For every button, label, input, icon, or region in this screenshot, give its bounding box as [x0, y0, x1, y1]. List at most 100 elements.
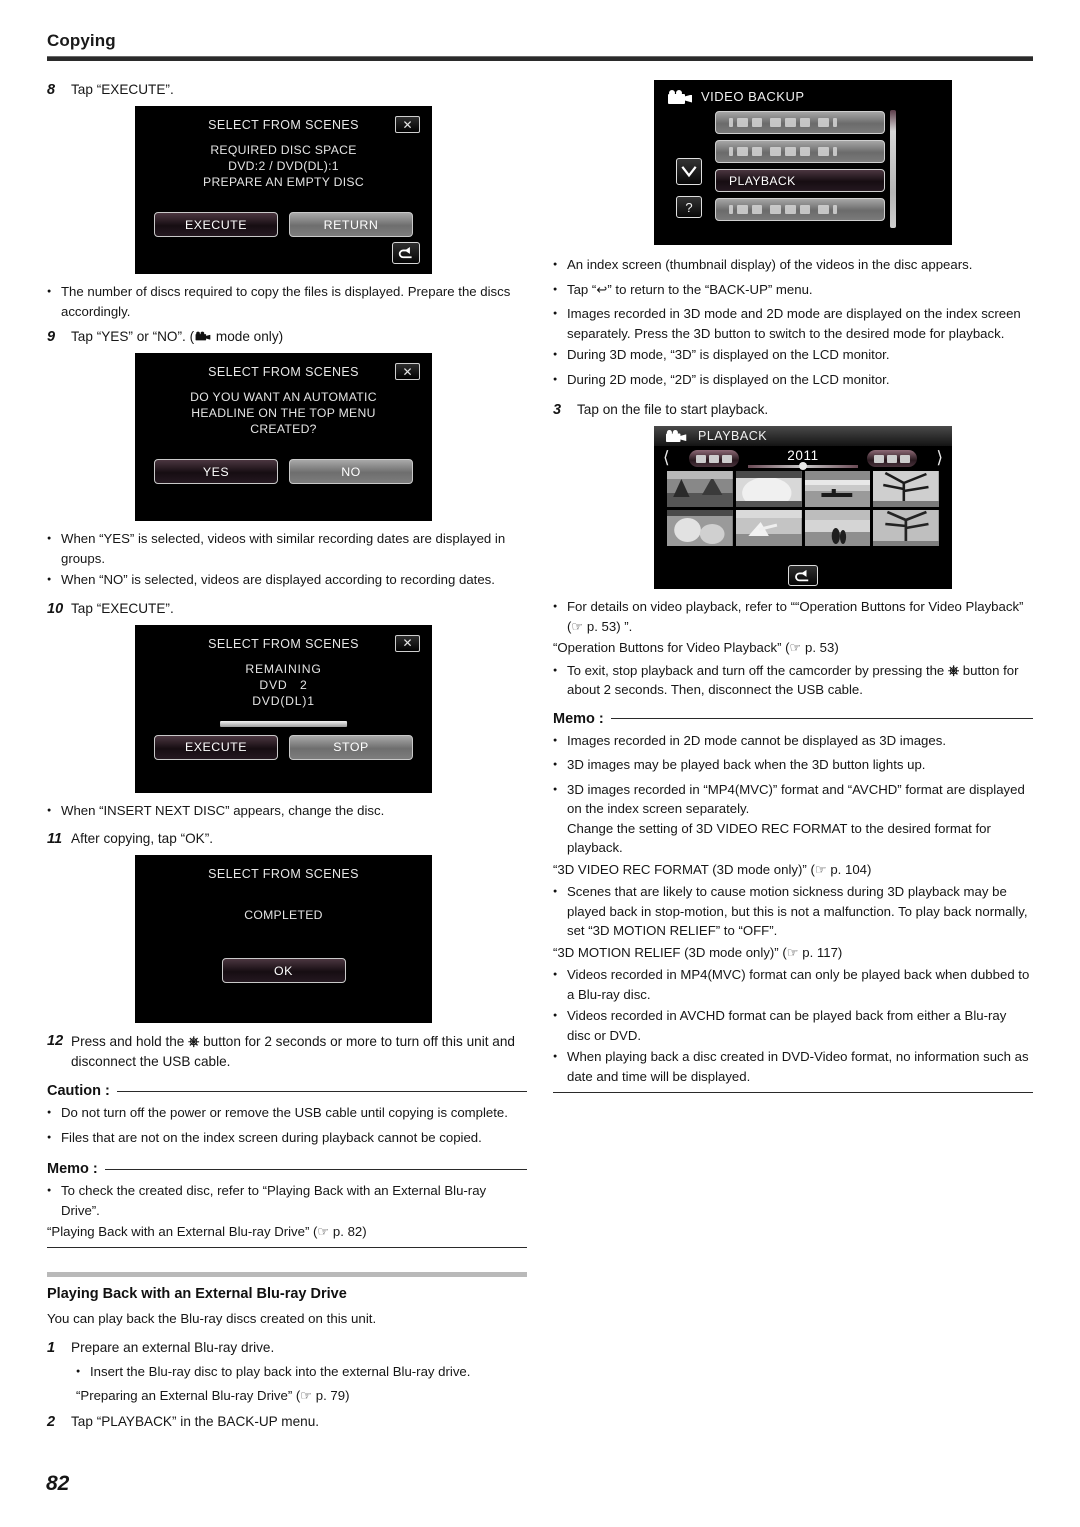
bullet-icon [553, 255, 567, 278]
thumbnail[interactable] [667, 510, 733, 546]
dialog-button-row: OK [135, 958, 432, 983]
step-9-text-before: Tap “YES” or “NO”. ( [71, 329, 195, 344]
step-9-text: Tap “YES” or “NO”. ( mode only) [71, 327, 283, 347]
menu-item-redacted[interactable] [715, 111, 885, 134]
prev-page-icon[interactable]: ⟨ [663, 449, 670, 466]
step-12: 12 Press and hold the ⎈ button for 2 sec… [47, 1031, 527, 1072]
bullet-icon [76, 1362, 90, 1385]
video-camera-icon [668, 89, 692, 104]
ok-button[interactable]: OK [221, 958, 346, 983]
page-title: Copying [47, 31, 116, 50]
execute-button[interactable]: EXECUTE [154, 212, 278, 237]
yes-button[interactable]: YES [154, 459, 278, 484]
step-3-text: Tap on the file to start playback. [577, 402, 769, 417]
playback-header: PLAYBACK [654, 426, 952, 446]
bullet-text: Tap “↩” to return to the “BACK-UP” menu. [567, 281, 813, 297]
video-mode-icon [195, 331, 211, 341]
stop-button[interactable]: STOP [289, 734, 413, 760]
redacted-label [729, 205, 837, 214]
back-arrow-icon[interactable] [788, 565, 818, 586]
memo-label: Memo : [47, 1161, 98, 1177]
dialog-body: REMAINING DVD 2 DVD(DL)1 [135, 661, 432, 709]
thumbnail[interactable] [873, 471, 939, 507]
help-icon[interactable]: ? [676, 196, 702, 218]
close-icon[interactable]: ✕ [395, 363, 420, 380]
step-11-number: 11 [47, 831, 63, 847]
memo-reference-left: “Playing Back with an External Blu-ray D… [47, 1224, 367, 1239]
section-lead-text: You can play back the Blu-ray discs crea… [47, 1310, 377, 1326]
caution-label: Caution : [47, 1083, 110, 1099]
playback-notes: For details on video playback, refer to … [553, 597, 1033, 700]
bullet-icon [553, 882, 567, 941]
page-number: 82 [46, 1472, 70, 1495]
memo-rule [104, 1168, 527, 1170]
bullet-text: An index screen (thumbnail display) of t… [567, 257, 973, 272]
bullet-icon [553, 661, 567, 700]
section-divider [47, 1271, 527, 1277]
step-8: 8 Tap “EXECUTE”. [47, 80, 527, 100]
bullet-icon [47, 570, 61, 593]
bullet-item: Do not turn off the power or remove the … [47, 1103, 527, 1126]
thumbnail[interactable] [735, 510, 802, 546]
execute-button[interactable]: EXECUTE [154, 734, 278, 760]
dialog-body-line: DVD 2 [259, 677, 308, 692]
menu-item-label: PLAYBACK [729, 173, 796, 188]
bullet-text: 3D images may be played back when the 3D… [567, 757, 926, 772]
lcd-dialog-completed: SELECT FROM SCENES COMPLETED OK [135, 855, 432, 1023]
lcd-screen-playback-index: PLAYBACK ⟨ 2011 ⟩ [654, 426, 952, 589]
bullet-text: When “NO” is selected, videos are displa… [61, 572, 495, 587]
bullet-icon [553, 1006, 567, 1045]
left-column: 8 Tap “EXECUTE”. SELECT FROM SCENES ✕ RE… [47, 80, 527, 1436]
playback-nav-row: ⟨ 2011 ⟩ [654, 448, 952, 470]
timeline-knob[interactable] [799, 462, 807, 470]
thumbnail-grid [667, 471, 939, 546]
memo-label: Memo : [553, 710, 604, 727]
bullet-item: 3D images recorded in “MP4(MVC)” format … [553, 780, 1033, 858]
redacted-label [729, 118, 837, 127]
return-button[interactable]: RETURN [289, 212, 413, 237]
thumbnail[interactable] [667, 471, 733, 507]
thumbnail[interactable] [735, 471, 802, 507]
thumbnail[interactable] [804, 510, 871, 546]
bullet-item: Images recorded in 2D mode cannot be dis… [553, 731, 1033, 754]
prev-group-button[interactable] [689, 450, 739, 467]
step-3-number: 3 [553, 402, 562, 418]
next-group-button[interactable] [867, 450, 917, 467]
copy-progress-bar [219, 720, 348, 727]
no-button[interactable]: NO [289, 459, 413, 484]
close-icon[interactable]: ✕ [395, 116, 420, 133]
chevron-down-icon[interactable] [676, 158, 702, 185]
section-step-1-number: 1 [47, 1339, 56, 1356]
scrollbar[interactable] [890, 110, 896, 228]
thumbnail[interactable] [804, 471, 871, 507]
bullet-icon [553, 345, 567, 368]
dialog-body-line: DVD(DL)1 [252, 693, 315, 708]
step-11-text: After copying, tap “OK”. [71, 831, 214, 846]
bullet-text: Scenes that are likely to cause motion s… [567, 884, 1028, 938]
bullet-item: Videos recorded in MP4(MVC) format can o… [553, 965, 1033, 1004]
step-3: 3 Tap on the file to start playback. [553, 400, 1033, 420]
bullet-text: During 3D mode, “3D” is displayed on the… [567, 347, 890, 362]
menu-item-redacted[interactable] [715, 198, 885, 221]
dialog-title: SELECT FROM SCENES [208, 118, 359, 132]
menu-item-playback[interactable]: PLAYBACK [715, 169, 885, 192]
dialog-title: SELECT FROM SCENES [208, 365, 359, 379]
bullet-icon [47, 1128, 61, 1151]
section-step-2: 2 Tap “PLAYBACK” in the BACK-UP menu. [47, 1412, 527, 1432]
redacted-label [729, 147, 837, 156]
step-10: 10 Tap “EXECUTE”. [47, 599, 527, 619]
step-12-text-before: Press and hold the [71, 1034, 189, 1049]
bullet-icon [553, 755, 567, 778]
next-page-icon[interactable]: ⟩ [936, 449, 943, 466]
step-8-text: Tap “EXECUTE”. [71, 82, 174, 97]
back-arrow-icon[interactable] [392, 242, 420, 264]
menu-item-redacted[interactable] [715, 140, 885, 163]
thumbnail[interactable] [873, 510, 939, 546]
bullet-text: To exit, stop playback and turn off the … [567, 661, 1033, 700]
bullet-text: When “YES” is selected, videos with simi… [61, 531, 506, 566]
playback-title: PLAYBACK [698, 429, 768, 443]
bullet-text: The number of discs required to copy the… [61, 284, 511, 319]
step-10-number: 10 [47, 600, 64, 617]
close-icon[interactable]: ✕ [395, 634, 420, 652]
step-9: 9 Tap “YES” or “NO”. ( mode only) [47, 327, 527, 347]
